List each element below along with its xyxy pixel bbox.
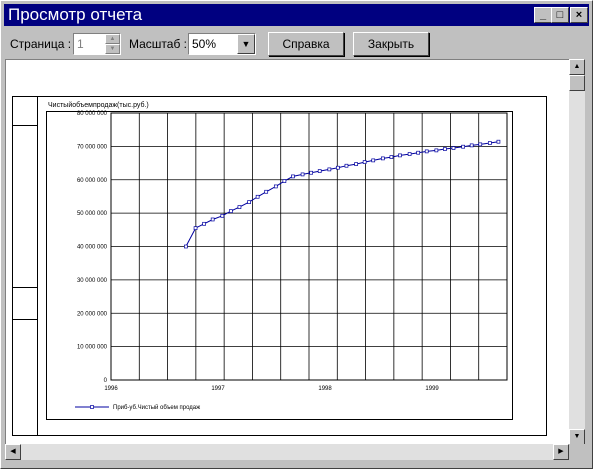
data-point [469,143,474,148]
vertical-scrollbar[interactable]: ▲ ▼ [569,59,585,445]
data-point [434,148,439,153]
data-point [336,165,340,170]
data-point [461,144,465,149]
y-tick-label: 50 000 000 [77,211,108,217]
y-tick-label: 70 000 000 [77,144,108,150]
maximize-button[interactable]: □ [551,7,569,23]
zoom-value: 50% [192,37,217,51]
y-tick-label: 40 000 000 [77,245,108,251]
data-point [264,189,269,194]
data-point [237,205,242,209]
report-view: Чистыйобъемпродаж(тыс.руб.) 0 10 000 000 2… [5,59,570,445]
horizontal-scrollbar[interactable]: ◀ ▶ [5,444,569,460]
zoom-select[interactable]: 50% ▼ [188,33,256,55]
data-point [354,162,358,166]
data-point [478,142,483,147]
minimize-button[interactable]: _ [534,7,552,23]
data-point [202,221,206,226]
data-point [220,213,225,218]
legend-label: Приб-уб.Чистый объем продаж [113,404,200,411]
chart-svg: 0 10 000 000 20 000 000 30 000 000 40 000 00… [75,111,508,411]
y-tick-label: 30 000 000 [77,278,108,284]
legend-marker [90,405,94,409]
data-point [496,139,501,144]
data-point [380,156,385,161]
y-tick-label: 0 [104,378,108,384]
scroll-down-icon[interactable]: ▼ [569,429,585,445]
data-point [424,149,429,154]
data-point [407,152,412,156]
y-tick-label: 10 000 000 [77,345,108,351]
data-point [309,170,313,175]
y-tick-label: 20 000 000 [77,311,108,317]
scroll-right-icon[interactable]: ▶ [553,444,569,460]
report-preview-window: Просмотр отчета _ □ × Страница : 1 ▲ ▼ М… [0,0,593,469]
scroll-up-icon[interactable]: ▲ [569,59,585,75]
vertical-scroll-thumb[interactable] [569,75,585,91]
data-point [300,172,305,177]
data-point [273,184,278,189]
data-point [344,163,349,168]
toolbar: Страница : 1 ▲ ▼ Масштаб : 50% ▼ Справка… [1,29,592,57]
x-tick-label: 1997 [211,386,225,392]
x-tick-label: 1999 [425,386,439,392]
y-tick-label: 80 000 000 [77,111,108,117]
chevron-down-icon[interactable]: ▼ [237,34,255,54]
series-line [185,141,499,247]
data-point [327,167,332,172]
page-label: Страница : [10,37,72,51]
data-point [291,174,295,179]
data-point [451,146,456,150]
title-bar[interactable]: Просмотр отчета _ □ × [4,4,589,26]
data-point [282,179,287,183]
scroll-left-icon[interactable]: ◀ [5,444,21,460]
data-point [371,158,376,163]
data-point [184,244,188,249]
page-stepper-arrows: ▲ ▼ [105,34,120,54]
page-value[interactable]: 1 [77,37,84,51]
data-point [247,200,251,204]
report-page: Чистыйобъемпродаж(тыс.руб.) 0 10 000 000 2… [12,96,547,436]
close-button[interactable]: Закрыть [353,32,429,56]
data-point [443,147,447,151]
y-tick-label: 60 000 000 [77,178,108,184]
data-point [398,153,402,158]
page-stepper[interactable]: 1 ▲ ▼ [73,33,121,55]
help-button[interactable]: Справка [268,32,344,56]
scroll-corner [569,444,585,460]
data-point [362,160,367,164]
data-point [229,209,233,213]
data-point [210,217,215,222]
stepper-down-icon[interactable]: ▼ [105,44,120,54]
stepper-up-icon[interactable]: ▲ [105,34,120,44]
window-title: Просмотр отчета [8,5,143,24]
data-point [389,155,394,159]
data-point [416,150,421,155]
x-tick-label: 1996 [104,386,118,392]
data-point [488,141,492,145]
close-window-button[interactable]: × [570,7,588,23]
data-point [255,194,260,199]
zoom-label: Масштаб : [129,37,188,51]
data-point [317,169,322,173]
data-point [193,226,198,230]
x-tick-label: 1998 [318,386,332,392]
